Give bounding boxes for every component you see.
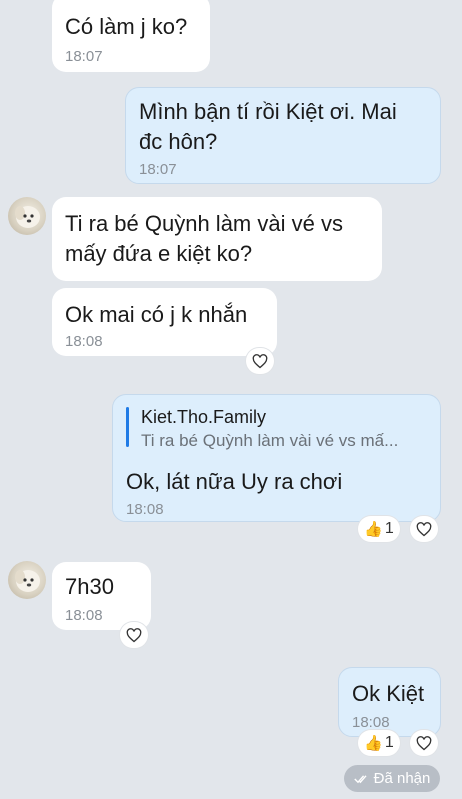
heart-outline-icon <box>416 521 432 536</box>
message-bubble-incoming[interactable]: 7h30 18:08 <box>52 562 151 630</box>
heart-outline-icon <box>252 353 268 368</box>
like-button[interactable] <box>246 348 274 374</box>
contact-avatar[interactable] <box>8 561 46 599</box>
contact-avatar[interactable] <box>8 197 46 235</box>
message-bubble-incoming[interactable]: Ti ra bé Quỳnh làm vài vé vs mấy đứa e k… <box>52 197 382 281</box>
dog-avatar-icon <box>15 570 40 592</box>
message-text: Ok, lát nữa Uy ra chơi <box>126 469 343 494</box>
message-time: 18:08 <box>65 333 103 350</box>
heart-outline-icon <box>126 627 142 642</box>
thumbs-up-icon: 👍 <box>364 521 383 538</box>
message-bubble-incoming[interactable]: Ok mai có j k nhắn 18:08 <box>52 288 277 356</box>
double-check-icon <box>353 774 367 783</box>
message-text: Ti ra bé Quỳnh làm vài vé vs mấy đứa e k… <box>65 211 343 266</box>
quote-sender-name: Kiet.Tho.Family <box>141 407 267 427</box>
delivery-status-label: Đã nhận <box>373 770 431 787</box>
heart-outline-icon <box>416 735 432 750</box>
message-bubble-outgoing[interactable]: Ok Kiệt 18:08 <box>338 667 441 737</box>
message-bubble-outgoing-reply[interactable]: Kiet.Tho.Family Ti ra bé Quỳnh làm vài v… <box>112 394 441 522</box>
message-text: 7h30 <box>65 574 114 599</box>
message-text: Mình bận tí rồi Kiệt ơi. Mai đc hôn? <box>139 99 397 154</box>
message-time: 18:07 <box>65 48 103 65</box>
like-button[interactable] <box>120 622 148 648</box>
like-button[interactable] <box>410 516 438 542</box>
message-time: 18:08 <box>65 607 103 624</box>
delivery-status-badge: Đã nhận <box>344 765 440 792</box>
reaction-count: 1 <box>384 520 394 537</box>
reaction-badge[interactable]: 👍 1 <box>358 730 400 756</box>
thumbs-up-icon: 👍 <box>364 735 383 752</box>
like-button[interactable] <box>410 730 438 756</box>
reaction-badge[interactable]: 👍 1 <box>358 516 400 542</box>
message-bubble-incoming[interactable]: Có làm j ko? 18:07 <box>52 0 210 72</box>
quote-preview-text: Ti ra bé Quỳnh làm vài vé vs mấ... <box>141 431 399 450</box>
message-time: 18:08 <box>126 501 164 518</box>
message-text: Ok Kiệt <box>352 681 425 706</box>
reaction-count: 1 <box>384 734 394 751</box>
message-text: Có làm j ko? <box>65 14 188 39</box>
message-time: 18:07 <box>139 161 177 178</box>
message-time: 18:08 <box>352 714 390 731</box>
quote-bar <box>126 407 129 447</box>
message-bubble-outgoing[interactable]: Mình bận tí rồi Kiệt ơi. Mai đc hôn? 18:… <box>125 87 441 184</box>
message-text: Ok mai có j k nhắn <box>65 302 248 327</box>
dog-avatar-icon <box>15 206 40 228</box>
